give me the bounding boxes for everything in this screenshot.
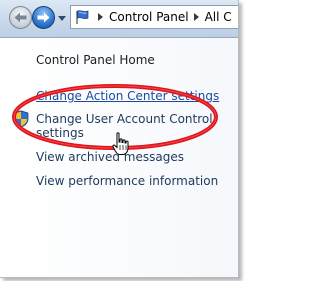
forward-button[interactable] xyxy=(32,6,55,29)
control-panel-flag-icon xyxy=(76,10,89,24)
breadcrumb-separator[interactable] xyxy=(98,13,103,21)
uac-shield-icon xyxy=(13,110,29,128)
view-performance-information-link[interactable]: View performance information xyxy=(36,174,218,188)
breadcrumb-control-panel[interactable]: Control Panel xyxy=(109,10,189,24)
recent-pages-dropdown[interactable] xyxy=(58,16,66,21)
view-archived-messages-link[interactable]: View archived messages xyxy=(36,150,184,164)
uac-link-line1: Change User Account Control xyxy=(36,112,213,126)
back-arrow-icon xyxy=(14,12,27,23)
change-action-center-settings-link[interactable]: Change Action Center settings xyxy=(36,89,219,103)
tasks-pane: Control Panel Home Change Action Center … xyxy=(0,38,238,277)
breadcrumb-all-control-panel-items[interactable]: All C xyxy=(205,10,232,24)
breadcrumb-separator[interactable] xyxy=(193,13,199,21)
back-button[interactable] xyxy=(9,6,32,29)
address-bar[interactable]: Control Panel All C xyxy=(70,5,238,29)
control-panel-window: Control Panel All C Control Panel Home C… xyxy=(0,0,239,278)
hand-pointer-cursor-icon xyxy=(112,132,129,155)
navigation-bar: Control Panel All C xyxy=(0,0,238,38)
forward-arrow-icon xyxy=(37,12,50,23)
control-panel-home-link[interactable]: Control Panel Home xyxy=(36,53,155,67)
